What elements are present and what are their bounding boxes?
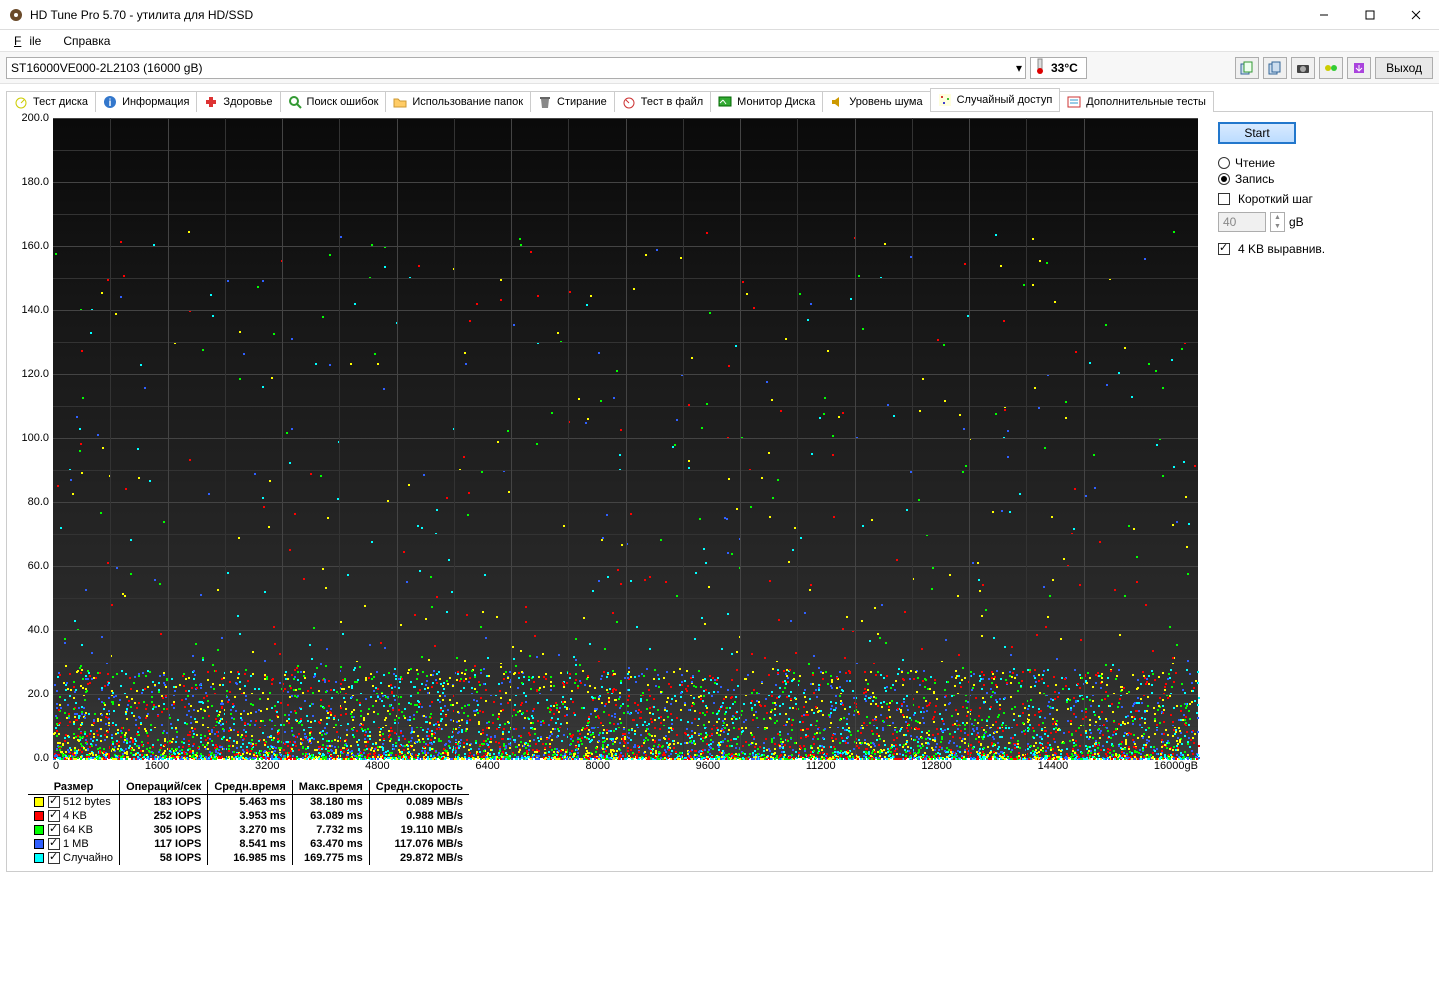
exit-button[interactable]: Выход (1375, 57, 1433, 79)
tab-extra-tests[interactable]: Дополнительные тесты (1059, 91, 1214, 112)
speaker-icon (830, 95, 844, 109)
folder-icon (393, 95, 407, 109)
save-screenshot-button[interactable] (1291, 57, 1315, 79)
checkbox-4kb-align[interactable]: 4 KB выравнив. (1218, 242, 1426, 256)
copy-info-button[interactable] (1235, 57, 1259, 79)
col-avg-time: Средн.время (208, 780, 292, 795)
options-button[interactable] (1319, 57, 1343, 79)
checkbox-icon (1218, 243, 1230, 255)
radio-icon (1218, 157, 1230, 169)
radio-read[interactable]: Чтение (1218, 156, 1426, 170)
results-table: Размер Операций/сек Средн.время Макс.вре… (28, 780, 469, 865)
radio-write[interactable]: Запись (1218, 172, 1426, 186)
col-iops: Операций/сек (120, 780, 208, 795)
radio-icon (1218, 173, 1230, 185)
app-icon (8, 7, 24, 23)
tab-strip: Тест диска iИнформация Здоровье Поиск ош… (0, 84, 1439, 111)
table-row: Случайно58 IOPS16.985 ms169.775 ms29.872… (28, 851, 469, 865)
checkbox-icon[interactable] (48, 796, 60, 808)
col-max-time: Макс.время (292, 780, 369, 795)
tab-benchmark[interactable]: Тест диска (6, 91, 96, 112)
window-minimize-button[interactable] (1301, 0, 1347, 30)
chart-container: ms 0.020.040.060.080.0100.0120.0140.0160… (13, 118, 1198, 774)
chevron-down-icon: ▾ (1016, 61, 1022, 75)
table-row: 64 KB305 IOPS3.270 ms7.732 ms19.110 MB/s (28, 823, 469, 837)
checkbox-icon (1218, 193, 1230, 205)
menubar: File Справка (0, 30, 1439, 52)
minimize-to-tray-button[interactable] (1347, 57, 1371, 79)
window-title: HD Tune Pro 5.70 - утилита для HD/SSD (30, 8, 1301, 22)
checkbox-icon[interactable] (48, 852, 60, 864)
window-titlebar: HD Tune Pro 5.70 - утилита для HD/SSD (0, 0, 1439, 30)
checkbox-short-step[interactable]: Короткий шаг (1218, 192, 1426, 206)
tab-error-scan[interactable]: Поиск ошибок (280, 91, 387, 112)
drive-select-value: ST16000VE000-2L2103 (16000 gB) (11, 61, 202, 75)
tab-health[interactable]: Здоровье (196, 91, 280, 112)
temperature-value: 33°C (1051, 61, 1078, 75)
tab-erase[interactable]: Стирание (530, 91, 615, 112)
col-size: Размер (28, 780, 120, 795)
table-row: 4 KB252 IOPS3.953 ms63.089 ms0.988 MB/s (28, 809, 469, 823)
health-icon (204, 95, 218, 109)
tab-disk-monitor[interactable]: Монитор Диска (710, 91, 823, 112)
toolbar: ST16000VE000-2L2103 (16000 gB) ▾ 33°C Вы… (0, 52, 1439, 84)
list-icon (1067, 95, 1081, 109)
checkbox-icon[interactable] (48, 838, 60, 850)
table-row: 1 MB117 IOPS8.541 ms63.470 ms117.076 MB/… (28, 837, 469, 851)
content-panel: ms 0.020.040.060.080.0100.0120.0140.0160… (6, 111, 1433, 872)
magnifier-icon (288, 95, 302, 109)
svg-text:i: i (109, 98, 112, 109)
col-avg-speed: Средн.скорость (369, 780, 469, 795)
tab-random-access[interactable]: Случайный доступ (930, 88, 1061, 111)
table-row: 512 bytes183 IOPS5.463 ms38.180 ms0.089 … (28, 795, 469, 810)
tab-folder-usage[interactable]: Использование папок (385, 91, 531, 112)
options-panel: Start Чтение Запись Короткий шаг 40 ▲▼ g… (1218, 118, 1426, 865)
gauge-icon (14, 95, 28, 109)
drive-select[interactable]: ST16000VE000-2L2103 (16000 gB) ▾ (6, 57, 1026, 79)
trash-icon (538, 95, 552, 109)
start-button[interactable]: Start (1218, 122, 1296, 144)
step-size-input: 40 (1218, 212, 1266, 232)
step-unit-label: gB (1289, 215, 1304, 229)
menu-help[interactable]: Справка (59, 32, 114, 50)
monitor-icon (718, 95, 732, 109)
copy-screenshot-button[interactable] (1263, 57, 1287, 79)
menu-file[interactable]: File (6, 32, 49, 50)
tab-aam[interactable]: Уровень шума (822, 91, 930, 112)
info-icon: i (103, 95, 117, 109)
random-icon (938, 93, 952, 107)
temperature-display: 33°C (1030, 57, 1087, 79)
thermometer-icon (1035, 58, 1045, 77)
x-axis: 0160032004800640080009600112001280014400… (53, 758, 1198, 774)
tab-file-benchmark[interactable]: Тест в файл (614, 91, 711, 112)
step-size-spinner: ▲▼ (1270, 212, 1285, 232)
y-axis: 0.020.040.060.080.0100.0120.0140.0160.01… (13, 118, 53, 758)
window-maximize-button[interactable] (1347, 0, 1393, 30)
tab-info[interactable]: iИнформация (95, 91, 197, 112)
checkbox-icon[interactable] (48, 810, 60, 822)
window-close-button[interactable] (1393, 0, 1439, 30)
scatter-chart (53, 118, 1198, 758)
checkbox-icon[interactable] (48, 824, 60, 836)
file-gauge-icon (622, 95, 636, 109)
